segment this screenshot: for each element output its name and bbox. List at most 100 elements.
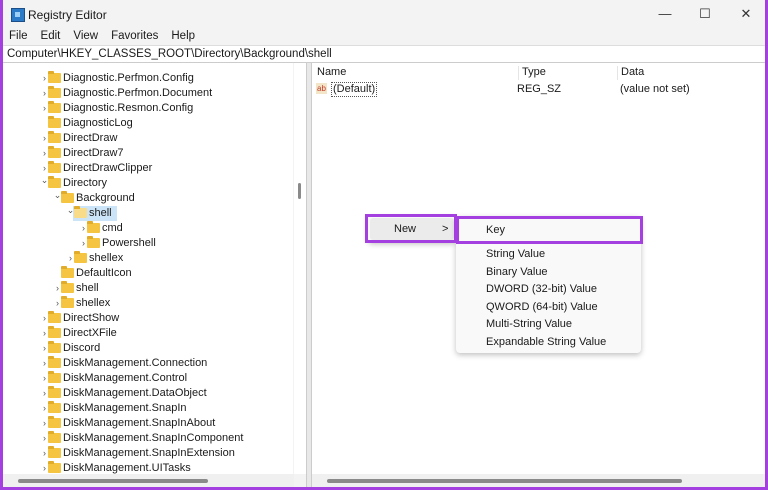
window-title: Registry Editor — [28, 8, 107, 22]
tree-item-label: DirectDraw7 — [63, 147, 124, 159]
folder-icon — [74, 251, 87, 263]
submenu-item-qword-64-bit-value[interactable]: QWORD (64-bit) Value — [486, 301, 598, 313]
tree-item-label: DiagnosticLog — [63, 117, 133, 129]
folder-icon — [48, 116, 61, 128]
tree-item-label: shellex — [89, 252, 124, 264]
folder-icon — [48, 101, 61, 113]
folder-icon — [48, 431, 61, 443]
tree-item-label: DirectXFile — [63, 327, 117, 339]
scroll-thumb[interactable] — [298, 183, 301, 199]
tree-item-label: DirectShow — [63, 312, 120, 324]
folder-icon — [48, 71, 61, 83]
column-header-data[interactable]: Data — [617, 66, 644, 80]
tree-item[interactable]: › DiskManagement.SnapInExtension — [3, 446, 293, 461]
scroll-thumb[interactable] — [327, 479, 682, 483]
tree-item[interactable]: › DiskManagement.Control — [3, 371, 293, 386]
scroll-thumb[interactable] — [18, 479, 208, 483]
tree-item[interactable]: › shellex — [3, 251, 293, 266]
tree-item[interactable]: › DiskManagement.Connection — [3, 356, 293, 371]
tree-item[interactable]: › cmd — [3, 221, 293, 236]
tree-item-label: cmd — [102, 222, 123, 234]
tree-item[interactable]: › shell — [3, 281, 293, 296]
tree-vertical-scrollbar[interactable] — [294, 63, 306, 474]
tree-item[interactable]: › Diagnostic.Resmon.Config — [3, 101, 293, 116]
tree-item-label: DefaultIcon — [76, 267, 132, 279]
tree-item[interactable]: ⌄ Directory — [3, 175, 293, 191]
maximize-button[interactable]: ☐ — [695, 6, 715, 22]
submenu-item-binary-value[interactable]: Binary Value — [486, 266, 548, 278]
folder-icon — [61, 191, 74, 203]
tree-item-label: Diagnostic.Perfmon.Document — [63, 87, 213, 99]
folder-icon — [87, 221, 100, 233]
tree-item[interactable]: › DiskManagement.SnapInAbout — [3, 416, 293, 431]
tree-item-label: DiskManagement.SnapIn — [63, 402, 187, 414]
tree-item[interactable]: › shellex — [3, 296, 293, 311]
folder-icon — [48, 401, 61, 413]
column-header-name[interactable]: Name — [317, 66, 346, 78]
tree-item[interactable]: › DirectShow — [3, 311, 293, 326]
folder-icon — [74, 206, 87, 218]
menu-help[interactable]: Help — [165, 28, 202, 45]
tree-item-label: DiskManagement.SnapInComponent — [63, 432, 244, 444]
tree-item[interactable]: › Powershell — [3, 236, 293, 251]
minimize-button[interactable]: — — [655, 6, 675, 21]
menu-file[interactable]: File — [3, 28, 35, 45]
registry-editor-window: Registry Editor — ☐ ✕ File Edit View Fav… — [3, 0, 765, 487]
tree-item[interactable]: ⌄ Background — [3, 190, 293, 206]
tree-horizontal-scrollbar[interactable] — [3, 474, 294, 487]
string-value-icon: ab — [316, 83, 327, 94]
tree-item-label: shell — [76, 282, 99, 294]
title-bar: Registry Editor — ☐ ✕ — [3, 0, 765, 30]
column-header-type[interactable]: Type — [518, 66, 546, 80]
value-row[interactable]: ab (Default) REG_SZ (value not set) — [316, 82, 756, 97]
folder-icon — [87, 236, 100, 248]
submenu-item-dword-32-bit-value[interactable]: DWORD (32-bit) Value — [486, 283, 597, 295]
tree-item[interactable]: › DiskManagement.UITasks — [3, 461, 293, 474]
tree-item[interactable]: › DiskManagement.DataObject — [3, 386, 293, 401]
key-tree: › Diagnostic.Perfmon.Config › Diagnostic.Pe… — [3, 63, 293, 474]
tree-item-label: Diagnostic.Resmon.Config — [63, 102, 194, 114]
submenu-item-multi-string-value[interactable]: Multi-String Value — [486, 318, 572, 330]
folder-icon — [61, 266, 74, 278]
tree-item-label: DiskManagement.UITasks — [63, 462, 191, 474]
tree-item[interactable]: › DiskManagement.SnapInComponent — [3, 431, 293, 446]
folder-icon — [48, 371, 61, 383]
tree-item[interactable]: › DirectDraw — [3, 131, 293, 146]
tree-item[interactable]: DiagnosticLog — [3, 116, 293, 131]
submenu-item-expandable-string-value[interactable]: Expandable String Value — [486, 336, 606, 348]
folder-icon — [48, 161, 61, 173]
tree-item-label: Background — [76, 192, 135, 204]
value-type: REG_SZ — [517, 83, 562, 95]
tree-item[interactable]: › DiskManagement.SnapIn — [3, 401, 293, 416]
address-bar[interactable]: Computer\HKEY_CLASSES_ROOT\Directory\Bac… — [3, 45, 765, 63]
tree-item-label: Diagnostic.Perfmon.Config — [63, 72, 194, 84]
tree-item[interactable]: › Diagnostic.Perfmon.Config — [3, 71, 293, 86]
folder-icon — [48, 446, 61, 458]
menu-favorites[interactable]: Favorites — [105, 28, 165, 45]
folder-icon — [61, 296, 74, 308]
value-name: (Default) — [331, 82, 378, 97]
tree-item[interactable]: › DirectDraw7 — [3, 146, 293, 161]
folder-icon — [48, 311, 61, 323]
tree-item[interactable]: › Diagnostic.Perfmon.Document — [3, 86, 293, 101]
menu-view[interactable]: View — [67, 28, 105, 45]
folder-icon — [48, 86, 61, 98]
tree-item[interactable]: ⌄ shell — [3, 205, 293, 221]
tree-item-label: DirectDraw — [63, 132, 118, 144]
folder-icon — [48, 131, 61, 143]
tree-item-label: Powershell — [102, 237, 156, 249]
folder-icon — [48, 386, 61, 398]
menu-edit[interactable]: Edit — [35, 28, 68, 45]
folder-icon — [48, 146, 61, 158]
folder-icon — [48, 176, 61, 188]
tree-item[interactable]: › Discord — [3, 341, 293, 356]
values-horizontal-scrollbar[interactable] — [312, 474, 765, 487]
highlight-key — [456, 216, 643, 244]
tree-item[interactable]: DefaultIcon — [3, 266, 293, 281]
folder-icon — [48, 416, 61, 428]
tree-item[interactable]: › DirectXFile — [3, 326, 293, 341]
tree-item-label: DiskManagement.DataObject — [63, 387, 207, 399]
tree-item-label: DiskManagement.Connection — [63, 357, 208, 369]
submenu-item-string-value[interactable]: String Value — [486, 248, 545, 260]
close-button[interactable]: ✕ — [736, 6, 756, 22]
